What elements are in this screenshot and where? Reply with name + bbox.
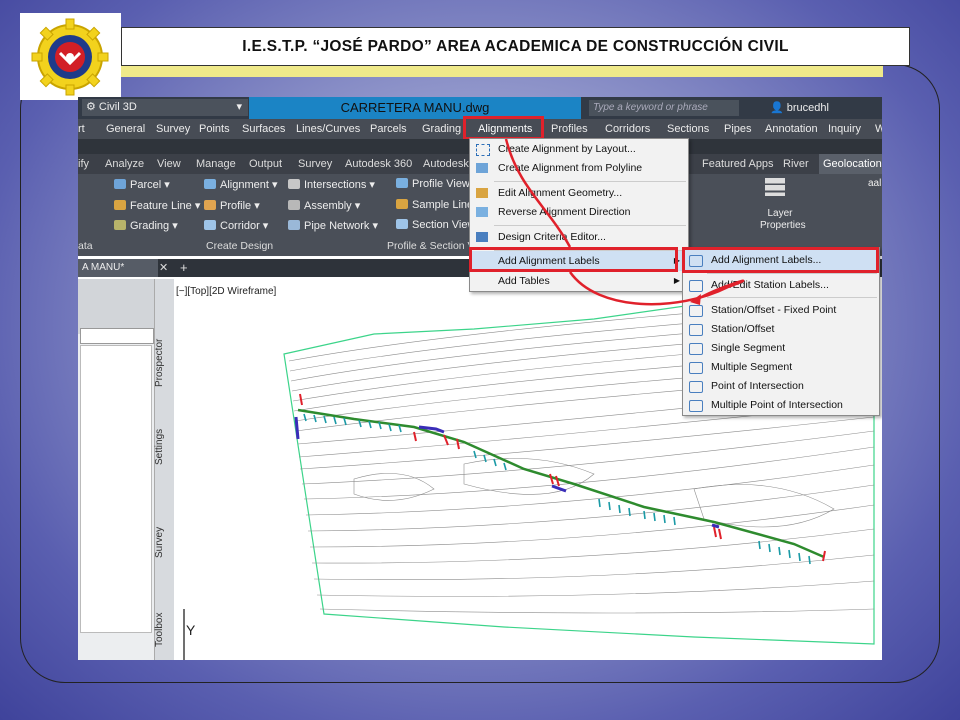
institution-logo [20,13,121,100]
annotation-arrows [504,138,745,306]
slide-title: I.E.S.T.P. “JOSÉ PARDO” AREA ACADEMICA D… [242,37,789,55]
accent-bar [121,66,883,77]
civil3d-screenshot: ⚙ Civil 3D ▾ CARRETERA MANU.dwg Type a k… [78,97,882,660]
header-bar: I.E.S.T.P. “JOSÉ PARDO” AREA ACADEMICA D… [121,27,910,66]
